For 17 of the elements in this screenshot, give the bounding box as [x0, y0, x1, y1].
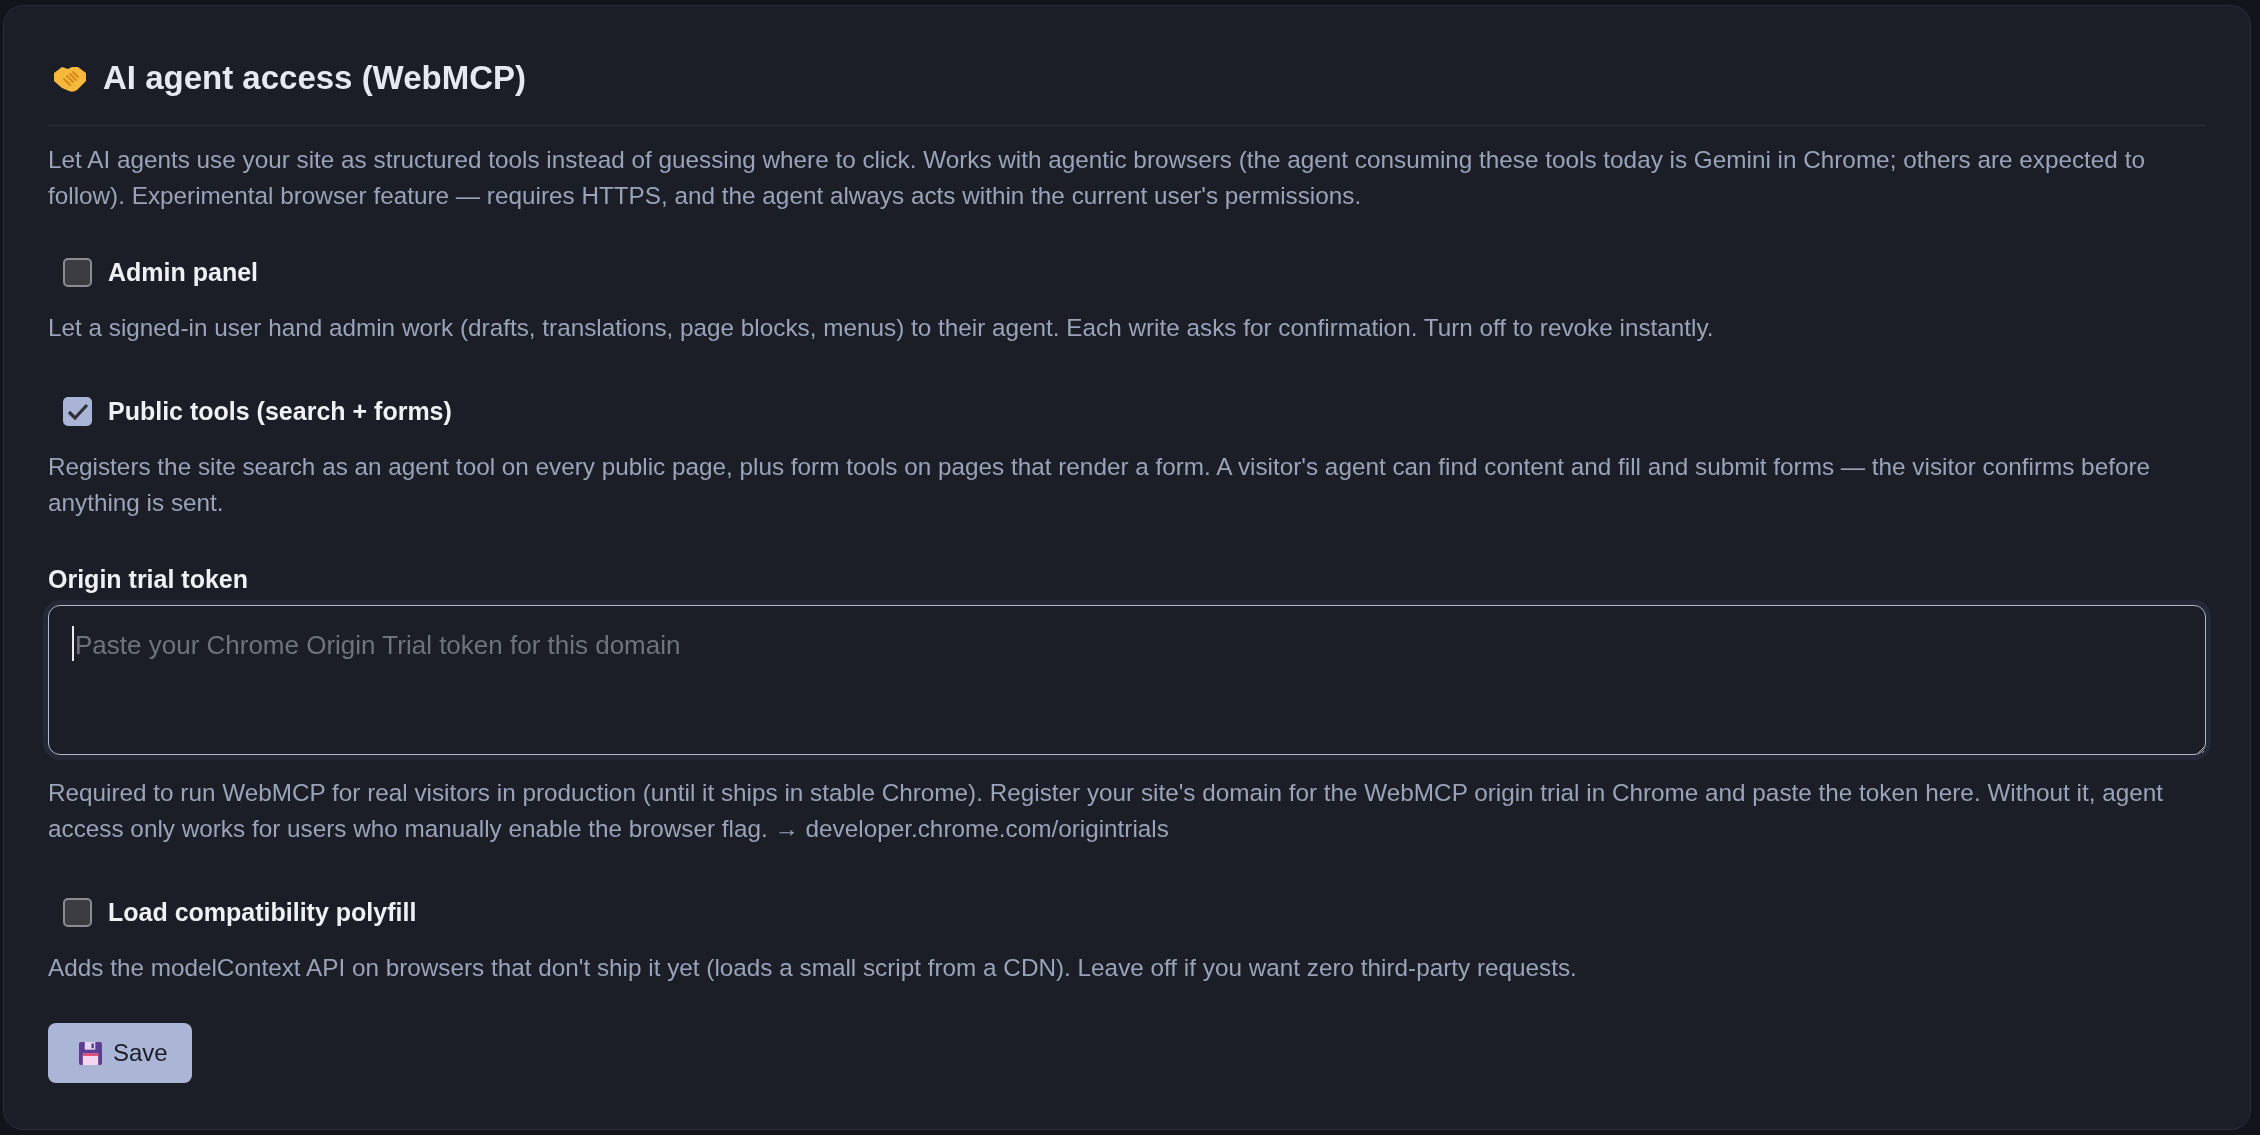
token-field[interactable]: Paste your Chrome Origin Trial token for this domain: [48, 605, 2206, 755]
option-description: Registers the site search as an agent tool on every public page, plus form tools on pages that render a form. A visitor's agent can find content and fill and submit forms — the visitor confirms before anything is sent.: [48, 452, 2151, 518]
option-description: Let a signed-in user hand admin work (drafts, translations, page blocks, menus) to their agent. Each write asks for confirmation. Turn off to revoke instantly.: [48, 313, 1715, 343]
checkmark-icon: [66, 401, 89, 421]
field-label: Origin trial token: [48, 564, 250, 595]
option-label: Load compatibility polyfill: [108, 897, 417, 928]
save-button[interactable]: Save: [48, 1023, 192, 1083]
section-title: AI agent access (WebMCP): [103, 58, 526, 98]
checkbox[interactable]: [63, 897, 92, 927]
option-description: Adds the modelContext API on browsers that don't ship it yet (loads a small script from a CDN). Leave off if you want zero third-party requests.: [48, 953, 1578, 983]
option-label: Public tools (search + forms): [108, 396, 452, 427]
option-label: Admin panel: [108, 257, 258, 288]
checkbox[interactable]: [63, 257, 92, 287]
checkbox[interactable]: [63, 396, 92, 426]
text-cursor: [72, 626, 74, 661]
section-description: Let AI agents use your site as structured tools instead of guessing where to click. Works with agentic browsers (the agent consuming these tools today is Gemini in Chrome; others are expected to follow). Experimental browser feature — requires HTTPS, and the agent always acts within the current user's permissions.: [48, 145, 2146, 211]
option-description: Required to run WebMCP for real visitors in production (until it ships in stable Chrome). Register your site's domain for the WebMCP origin trial in Chrome and paste the token here. Without it, agent access only works for users who manually enable the browser flag. → developer.chrome.com/origintrials: [48, 778, 2164, 844]
